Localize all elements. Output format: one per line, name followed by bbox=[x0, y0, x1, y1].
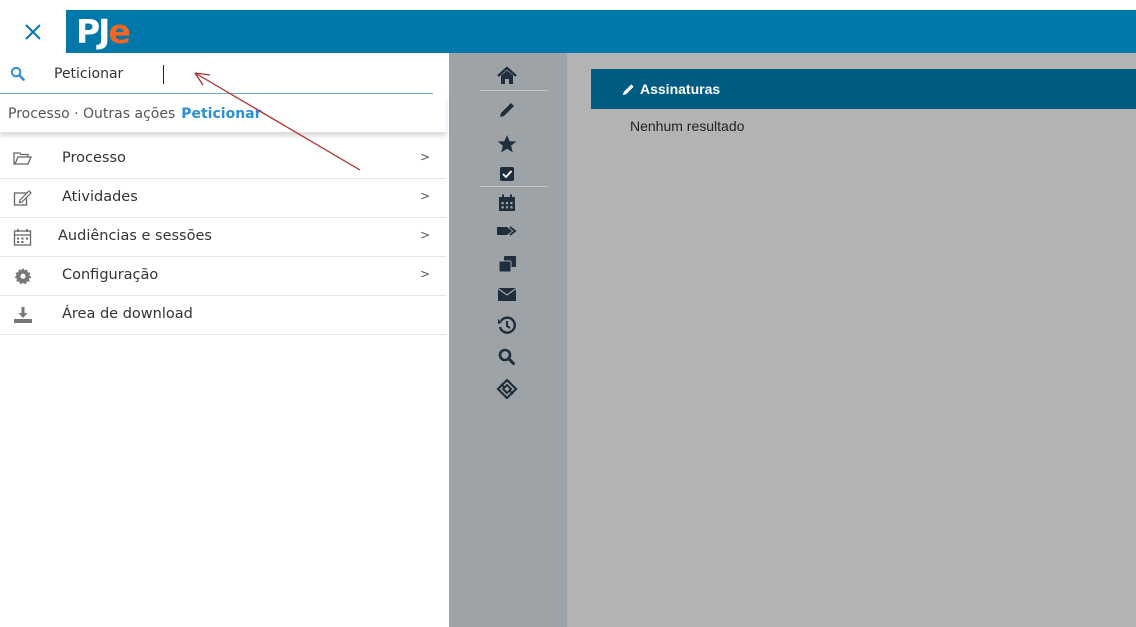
panel-title: Assinaturas bbox=[640, 81, 721, 97]
calendar-icon bbox=[13, 229, 32, 246]
logo-text-e: e bbox=[108, 11, 130, 51]
edit-icon bbox=[13, 190, 32, 206]
messages-button[interactable] bbox=[489, 281, 525, 307]
tags-icon bbox=[497, 226, 517, 236]
text-caret bbox=[163, 65, 164, 84]
home-button[interactable] bbox=[489, 63, 525, 89]
separator bbox=[480, 90, 548, 91]
menu-search-input[interactable] bbox=[54, 63, 414, 85]
menu-item-label: Processo bbox=[62, 150, 126, 166]
menu-item-label: Configuração bbox=[62, 267, 159, 283]
search-button[interactable] bbox=[489, 344, 525, 370]
menu-search bbox=[0, 53, 433, 94]
menu-item-area-download[interactable]: Área de download bbox=[0, 296, 446, 335]
menu-item-atividades[interactable]: Atividades > bbox=[0, 179, 446, 218]
star-icon bbox=[497, 135, 517, 153]
menu-item-label: Área de download bbox=[62, 306, 193, 322]
search-icon bbox=[10, 66, 25, 81]
integration-button[interactable] bbox=[489, 376, 525, 402]
tasks-button[interactable] bbox=[489, 161, 525, 187]
tags-button[interactable] bbox=[489, 219, 525, 245]
menu-item-label: Atividades bbox=[62, 189, 138, 205]
clone-icon bbox=[498, 256, 516, 273]
history-button[interactable] bbox=[489, 312, 525, 338]
empty-result-text: Nenhum resultado bbox=[630, 118, 745, 134]
chevron-right-icon: > bbox=[419, 189, 430, 203]
menu-item-configuracao[interactable]: Configuração > bbox=[0, 257, 446, 296]
history-icon bbox=[498, 316, 516, 334]
separator bbox=[480, 186, 548, 187]
menu-item-label: Audiências e sessões bbox=[58, 228, 212, 244]
chevron-right-icon: > bbox=[419, 228, 430, 242]
cube-icon bbox=[496, 379, 518, 399]
quick-access-bar bbox=[449, 53, 568, 627]
signatures-panel-header: Assinaturas bbox=[591, 69, 1136, 109]
close-menu-button[interactable] bbox=[0, 10, 66, 53]
logo-text-pj: PJ bbox=[76, 11, 110, 51]
gear-icon bbox=[14, 268, 32, 285]
pencil-icon bbox=[622, 83, 634, 95]
pencil-icon bbox=[500, 103, 514, 117]
folder-open-icon bbox=[13, 152, 32, 165]
copies-button[interactable] bbox=[489, 251, 525, 277]
search-icon bbox=[498, 348, 515, 365]
chevron-right-icon: > bbox=[419, 267, 430, 281]
suggestion-path: Processo · Outras ações bbox=[8, 106, 176, 122]
download-icon bbox=[14, 307, 32, 323]
home-icon bbox=[497, 66, 517, 84]
favorites-button[interactable] bbox=[489, 131, 525, 157]
suggestion-target: Peticionar bbox=[181, 106, 262, 122]
envelope-icon bbox=[497, 288, 517, 301]
navigation-panel: Processo · Outras ações Peticionar Proces… bbox=[0, 53, 449, 627]
agenda-button[interactable] bbox=[489, 190, 525, 216]
chevron-right-icon: > bbox=[419, 150, 430, 164]
menu-item-audiencias[interactable]: Audiências e sessões > bbox=[0, 218, 446, 257]
app-header bbox=[0, 10, 1136, 53]
close-icon bbox=[25, 23, 41, 40]
main-content: Assinaturas Nenhum resultado bbox=[567, 53, 1136, 627]
calendar-icon bbox=[499, 194, 515, 211]
main-menu: Processo > Atividades > Audiências e ses… bbox=[0, 140, 446, 335]
pje-logo[interactable]: PJ e bbox=[76, 11, 131, 51]
edit-button[interactable] bbox=[489, 97, 525, 123]
menu-item-processo[interactable]: Processo > bbox=[0, 140, 446, 179]
search-suggestion[interactable]: Processo · Outras ações Peticionar bbox=[0, 96, 446, 133]
checkbox-icon bbox=[500, 167, 514, 181]
top-strip bbox=[0, 0, 1136, 10]
